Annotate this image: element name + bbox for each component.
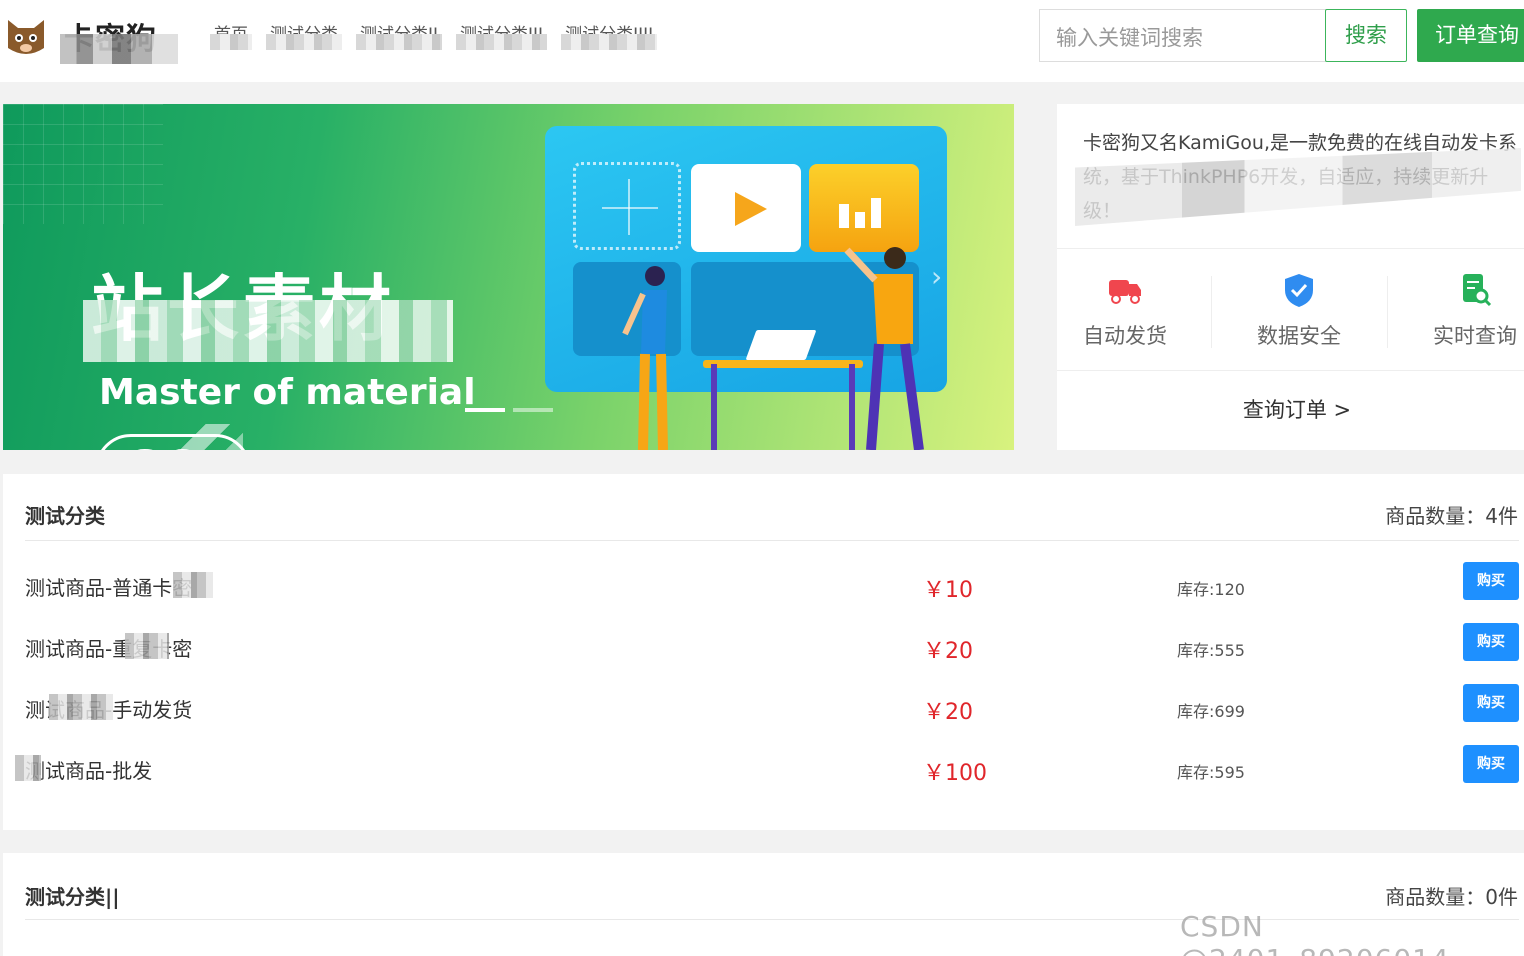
product-price: ￥100 (923, 761, 987, 786)
order-query-button[interactable]: 订单查询 (1417, 9, 1524, 62)
hero-banner[interactable]: 站长素材 Master of material GO › (3, 104, 1014, 450)
mosaic-overlay (173, 572, 213, 598)
carousel-dot-active[interactable] (465, 408, 505, 412)
info-panel: 卡密狗又名KamiGou,是一款免费的在线自动发卡系统，基于ThinkPHP6开… (1057, 104, 1524, 450)
buy-button[interactable]: 购买 (1463, 562, 1519, 600)
banner-grid-pattern (3, 104, 163, 224)
mosaic-overlay (15, 755, 41, 781)
main-nav: 首页 测试分类 测试分类II 测试分类III 测试分类IIII (210, 22, 658, 50)
nav-item-home[interactable]: 首页 (210, 22, 252, 50)
bar-chart-icon (809, 164, 919, 252)
search-button[interactable]: 搜索 (1325, 9, 1407, 62)
person-illustration (844, 247, 924, 450)
buy-button[interactable]: 购买 (1463, 623, 1519, 661)
truck-icon (1109, 280, 1141, 304)
table-row: 测试商品-手动发货 ￥20 库存:699 购买 (3, 680, 1524, 736)
mosaic-overlay (83, 300, 453, 362)
feature-label: 自动发货 (1083, 324, 1167, 348)
product-stock: 库存:120 (1177, 580, 1245, 599)
product-name[interactable]: 测试商品-批发 (25, 755, 152, 784)
table-row: 测试商品-重复卡密 ￥20 库存:555 购买 (3, 619, 1524, 675)
nav-item-category-1[interactable]: 测试分类 (266, 22, 342, 50)
laptop-icon (745, 330, 817, 360)
table-row: 测试商品-批发 ￥100 库存:595 购买 (3, 741, 1524, 797)
product-stock: 库存:699 (1177, 702, 1245, 721)
product-price: ￥20 (923, 700, 973, 725)
query-order-link[interactable]: 查询订单 > (1057, 394, 1524, 424)
feature-label: 实时查询 (1433, 324, 1517, 348)
desk-leg (711, 364, 717, 450)
chevron-right-icon[interactable]: › (931, 260, 942, 293)
document-search-icon (1463, 274, 1492, 307)
divider (1211, 276, 1212, 348)
feature-label: 数据安全 (1257, 324, 1341, 348)
product-count: 商品数量：0件 (1385, 885, 1518, 909)
nav-item-category-3[interactable]: 测试分类III (456, 22, 548, 50)
buy-button[interactable]: 购买 (1463, 745, 1519, 783)
product-stock: 库存:555 (1177, 641, 1245, 660)
product-name[interactable]: 测试商品-普通卡密 (25, 572, 192, 601)
nav-item-category-4[interactable]: 测试分类IIII (561, 22, 658, 50)
product-section: 测试分类 商品数量：4件 测试商品-普通卡密 ￥10 库存:120 购买 测试商… (3, 474, 1524, 830)
divider (1057, 248, 1524, 249)
top-header: 卡密狗 首页 测试分类 测试分类II 测试分类III 测试分类IIII 输入关键… (0, 0, 1524, 82)
banner-subtitle: Master of material (99, 372, 476, 413)
watermark: CSDN @2401_89206014 (1180, 910, 1449, 956)
feature-auto-delivery: 自动发货 (1057, 272, 1195, 350)
table-row: 测试商品-普通卡密 ￥10 库存:120 购买 (3, 558, 1524, 614)
section-title: 测试分类|| (25, 885, 120, 909)
divider (25, 540, 1519, 541)
feature-realtime-query: 实时查询 (1405, 272, 1524, 350)
divider (1057, 370, 1524, 371)
feature-data-security: 数据安全 (1229, 272, 1369, 350)
chevron-right-icon (153, 424, 243, 450)
mosaic-overlay (49, 694, 113, 720)
plus-icon (573, 162, 681, 250)
divider (1387, 276, 1388, 348)
person-illustration (622, 266, 668, 450)
section-title: 测试分类 (25, 504, 105, 528)
carousel-indicators (465, 408, 553, 412)
nav-item-category-2[interactable]: 测试分类II (356, 22, 443, 50)
mosaic-overlay (60, 34, 178, 64)
desk-illustration (703, 360, 863, 368)
mosaic-overlay (125, 633, 169, 659)
play-icon (691, 164, 801, 252)
product-count: 商品数量：4件 (1385, 504, 1518, 528)
dog-logo-icon[interactable] (4, 14, 48, 60)
product-price: ￥10 (923, 578, 973, 603)
product-price: ￥20 (923, 639, 973, 664)
shield-check-icon (1285, 274, 1313, 307)
carousel-dot[interactable] (513, 408, 553, 412)
buy-button[interactable]: 购买 (1463, 684, 1519, 722)
search-input[interactable]: 输入关键词搜索 (1039, 9, 1327, 62)
product-stock: 库存:595 (1177, 763, 1245, 782)
